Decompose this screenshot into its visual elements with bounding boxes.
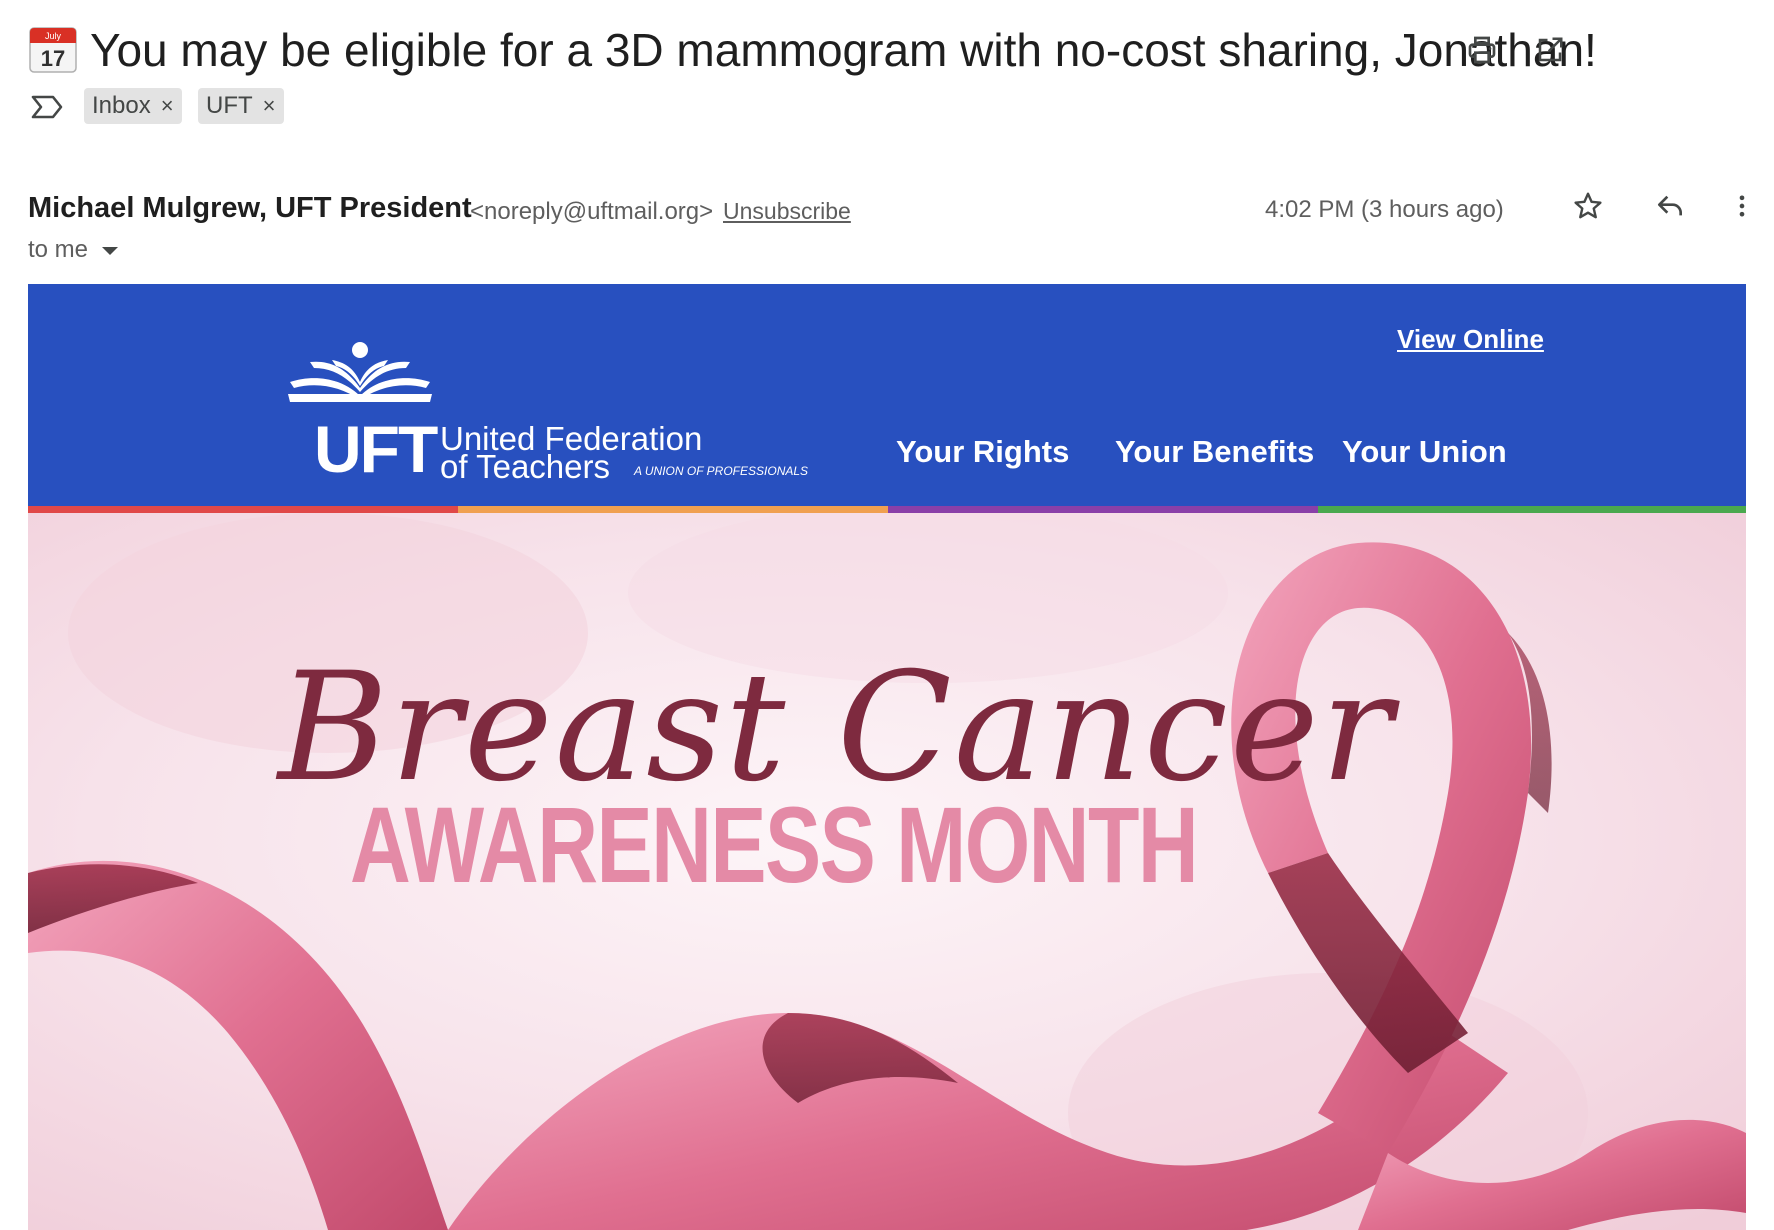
logo-tagline: A UNION OF PROFESSIONALS — [634, 464, 809, 478]
remove-label-inbox-button[interactable]: × — [161, 93, 174, 119]
nav-your-rights[interactable]: Your Rights — [896, 434, 1069, 470]
logo-letters: UFT — [314, 412, 438, 486]
printer-icon — [1468, 36, 1496, 64]
logo-name-line2: of Teachers — [440, 448, 610, 485]
remove-label-uft-button[interactable]: × — [263, 93, 276, 119]
label-icon[interactable] — [30, 94, 64, 120]
star-icon — [1574, 192, 1602, 219]
star-button[interactable] — [1568, 186, 1608, 226]
label-chip-text: UFT — [206, 92, 253, 119]
nav-your-benefits[interactable]: Your Benefits — [1115, 434, 1314, 470]
hero-caps-title: AWARENESS MONTH — [350, 784, 1199, 905]
calendar-day: 17 — [41, 46, 65, 71]
email-body: View Online UFT United Federation of Tea… — [28, 284, 1746, 1230]
sender-row: Michael Mulgrew, UFT President <noreply@… — [28, 190, 1746, 230]
open-book-logo-icon — [288, 342, 432, 402]
color-stripe-purple — [888, 506, 1318, 513]
breast-cancer-awareness-hero-image: Breast Cancer AWARENESS MONTH — [28, 513, 1746, 1230]
calendar-month: July — [45, 31, 62, 41]
email-subject: You may be eligible for a 3D mammogram w… — [90, 24, 1597, 76]
uft-header-banner: View Online UFT United Federation of Tea… — [28, 284, 1746, 513]
subject-row: July 17 You may be eligible for a 3D mam… — [28, 18, 1746, 82]
label-chip-text: Inbox — [92, 92, 151, 119]
label-chip-uft: UFT × — [198, 88, 284, 124]
hero-script-title: Breast Cancer — [278, 641, 1395, 815]
sender-name[interactable]: Michael Mulgrew, UFT President — [28, 192, 472, 225]
caret-down-icon — [102, 247, 119, 255]
recipient-details-toggle[interactable]: to me — [28, 236, 124, 264]
color-stripe-green — [1318, 506, 1746, 513]
view-online-link[interactable]: View Online — [1397, 324, 1544, 355]
print-button[interactable] — [1462, 30, 1502, 70]
open-in-new-window-button[interactable] — [1530, 30, 1570, 70]
uft-logo[interactable]: UFT United Federation of Teachers A UNIO… — [288, 342, 810, 486]
unsubscribe-link[interactable]: Unsubscribe — [723, 198, 851, 225]
color-stripe-red — [28, 506, 458, 513]
reply-button[interactable] — [1650, 186, 1690, 226]
calendar-icon: July 17 — [28, 24, 78, 74]
to-me-text: to me — [28, 236, 89, 263]
open-in-new-icon — [1538, 37, 1563, 62]
label-chip-inbox: Inbox × — [84, 88, 182, 124]
more-options-button[interactable] — [1722, 186, 1762, 226]
label-row: Inbox × UFT × — [28, 86, 628, 126]
timestamp: 4:02 PM (3 hours ago) — [1265, 196, 1504, 223]
more-vert-icon — [1739, 195, 1745, 217]
color-stripe-orange — [458, 506, 888, 513]
sender-email: <noreply@uftmail.org> — [470, 198, 714, 225]
reply-icon — [1658, 195, 1682, 216]
nav-your-union[interactable]: Your Union — [1342, 434, 1507, 470]
